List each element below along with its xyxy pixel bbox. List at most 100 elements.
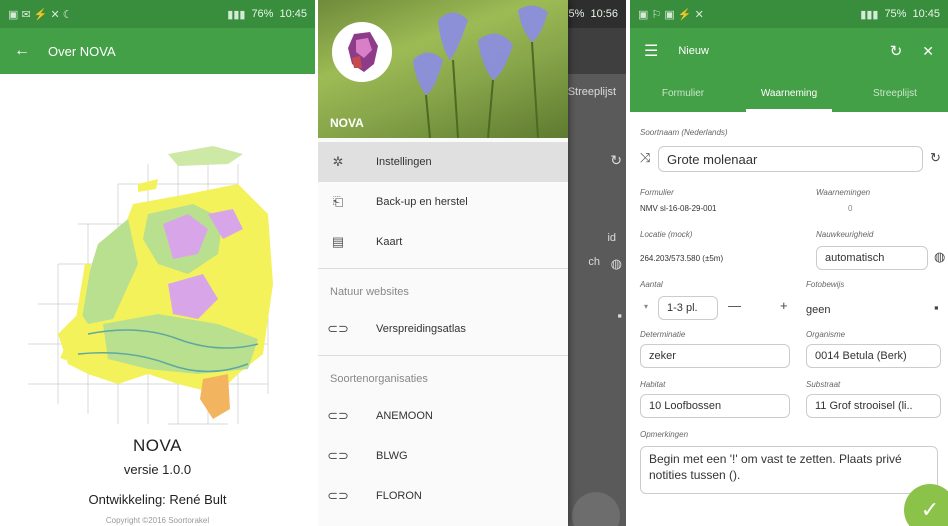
battery-level: 76% (251, 8, 274, 20)
globe-icon: ◍ (610, 256, 622, 271)
opmerkingen-textarea[interactable]: Begin met een '!' om vast te zetten. Pla… (640, 446, 938, 494)
substraat-select[interactable]: 11 Grof strooisel (li.. (806, 394, 941, 418)
tab-bar: Formulier Waarneming Streeplijst (630, 74, 948, 112)
refresh-icon[interactable]: ↻ (930, 150, 941, 166)
status-bar: ▣ ✉ ⚡ ✕ ☾ ▮▮▮ 76% 10:45 (0, 0, 315, 28)
link-icon: ⊂⊃ (327, 408, 349, 423)
link-icon: ⊂⊃ (327, 488, 349, 503)
status-icons-right: 75% 10:56 (562, 8, 618, 20)
checkmark-icon: ✓ (920, 497, 940, 522)
menu-item-anemoon[interactable]: ⊂⊃ ANEMOON (318, 396, 568, 436)
netherlands-grid-map (28, 146, 273, 425)
status-icons-left: ▣ ⚐ ▣ ⚡ ✕ (638, 8, 704, 21)
app-bar: ← Over NOVA (0, 28, 315, 74)
photo-icon: ▪ (617, 308, 622, 323)
substraat-label: Substraat (806, 380, 841, 389)
back-arrow-icon[interactable]: ← (14, 42, 30, 60)
shuffle-icon[interactable]: ⤨ (640, 150, 650, 166)
new-observation-screen: ▣ ⚐ ▣ ⚡ ✕ ▮▮▮ 75% 10:45 ☰ Nieuw ↻ ✕ Form… (630, 0, 948, 526)
habitat-label: Habitat (640, 380, 666, 389)
clock: 10:45 (279, 8, 307, 20)
status-icons-right: ▮▮▮ 76% 10:45 (227, 8, 307, 21)
screenshot-collage: ▣ ✉ ⚡ ✕ ☾ ▮▮▮ 76% 10:45 ← Over NOVA NOVA… (0, 0, 948, 526)
menu-item-label: Verspreidingsatlas (376, 323, 466, 335)
fotobewijs-value: geen (806, 304, 831, 316)
app-logo-avatar (332, 22, 392, 82)
close-icon[interactable]: ✕ (922, 43, 934, 60)
menu-item-label: Instellingen (376, 156, 432, 168)
status-icons-right: ▮▮▮ 75% 10:45 (860, 8, 940, 21)
formulier-label: Formulier (640, 188, 674, 197)
organisme-select[interactable]: 0014 Betula (Berk) (806, 344, 941, 368)
dimmed-label: id (607, 232, 616, 244)
signal-icon: ▮▮▮ (227, 8, 246, 21)
waarnemingen-value: 0 (848, 204, 853, 213)
divider (318, 355, 568, 356)
divider (318, 268, 568, 269)
opmerkingen-label: Opmerkingen (640, 430, 689, 439)
app-bar: ☰ Nieuw ↻ ✕ (630, 28, 948, 74)
menu-item-label: ANEMOON (376, 410, 433, 422)
menu-item-label: FLORON (376, 490, 422, 502)
menu-item-floron[interactable]: ⊂⊃ FLORON (318, 476, 568, 516)
species-input[interactable]: Grote molenaar (658, 146, 923, 172)
habitat-select[interactable]: 10 Loofbossen (640, 394, 790, 418)
status-bar: ▣ ⚐ ▣ ⚡ ✕ ▮▮▮ 75% 10:45 (630, 0, 948, 28)
menu-item-kaart[interactable]: ▤ Kaart (318, 222, 568, 262)
about-screen: ▣ ✉ ⚡ ✕ ☾ ▮▮▮ 76% 10:45 ← Over NOVA NOVA… (0, 0, 315, 526)
backup-icon: ⎗ (332, 194, 344, 209)
determinatie-label: Determinatie (640, 330, 686, 339)
drawer-header: NOVA (318, 0, 568, 138)
tab-formulier[interactable]: Formulier (630, 74, 736, 112)
menu-item-blwg[interactable]: ⊂⊃ BLWG (318, 436, 568, 476)
tab-waarneming[interactable]: Waarneming (736, 74, 842, 112)
app-name: NOVA (133, 436, 182, 455)
plus-icon[interactable]: + (780, 298, 788, 313)
dimmed-tab: Streeplijst (567, 86, 616, 98)
menu-item-instellingen[interactable]: ✲ Instellingen (318, 142, 568, 182)
about-content: NOVA versie 1.0.0 Ontwikkeling: René Bul… (0, 74, 315, 526)
copyright-text: Copyright ©2016 Soortorakel (105, 516, 210, 525)
clock: 10:56 (590, 8, 618, 20)
navigation-drawer-screen: ▣ ⚡ ✕ 75% 10:56 Streeplijst ↻ id ch ◍ ▪ (318, 0, 626, 526)
globe-icon[interactable]: ◍ (934, 249, 945, 265)
menu-item-label: BLWG (376, 450, 408, 462)
gear-icon: ✲ (332, 154, 344, 169)
aantal-select[interactable]: 1-3 pl. (658, 296, 718, 320)
dropdown-arrow-icon[interactable]: ▾ (644, 302, 648, 311)
menu-item-label: Back-up en herstel (376, 196, 468, 208)
clock: 10:45 (912, 8, 940, 20)
minus-icon[interactable]: — (728, 298, 741, 313)
menu-item-verspreidingsatlas[interactable]: ⊂⊃ Verspreidingsatlas (318, 309, 568, 349)
organisme-label: Organisme (806, 330, 846, 339)
link-icon: ⊂⊃ (327, 321, 349, 336)
refresh-icon: ↻ (610, 152, 622, 168)
locatie-label: Locatie (mock) (640, 230, 693, 239)
formulier-value: NMV sl-16-08-29-001 (640, 204, 717, 213)
hamburger-menu-icon[interactable]: ☰ (644, 41, 658, 61)
signal-icon: ▮▮▮ (860, 8, 879, 21)
map-icon: ▤ (331, 234, 345, 249)
status-icons-left: ▣ ✉ ⚡ ✕ ☾ (8, 8, 73, 21)
drawer-title: NOVA (330, 116, 364, 130)
species-label: Soortnaam (Nederlands) (640, 128, 728, 137)
navigation-drawer: NOVA ✲ Instellingen ⎗ Back-up en herstel… (318, 0, 568, 526)
section-soortenorganisaties: Soortenorganisaties (330, 373, 428, 385)
battery-level: 75% (884, 8, 907, 20)
aantal-label: Aantal (640, 280, 663, 289)
determinatie-select[interactable]: zeker (640, 344, 790, 368)
section-natuur-websites: Natuur websites (330, 286, 409, 298)
link-icon: ⊂⊃ (327, 448, 349, 463)
page-title: Nieuw (678, 45, 709, 57)
observation-form: Soortnaam (Nederlands) ⤨ Grote molenaar … (630, 112, 948, 526)
refresh-icon[interactable]: ↻ (890, 42, 903, 60)
dimmed-fab (572, 492, 620, 526)
nauwkeurigheid-label: Nauwkeurigheid (816, 230, 874, 239)
tab-streeplijst[interactable]: Streeplijst (842, 74, 948, 112)
menu-item-backup[interactable]: ⎗ Back-up en herstel (318, 182, 568, 222)
app-version: versie 1.0.0 (123, 462, 192, 477)
nauwkeurigheid-select[interactable]: automatisch (816, 246, 928, 270)
locatie-value: 264.203/573.580 (±5m) (640, 254, 724, 263)
photo-icon[interactable]: ▪ (934, 300, 939, 315)
menu-item-label: Kaart (376, 236, 403, 248)
